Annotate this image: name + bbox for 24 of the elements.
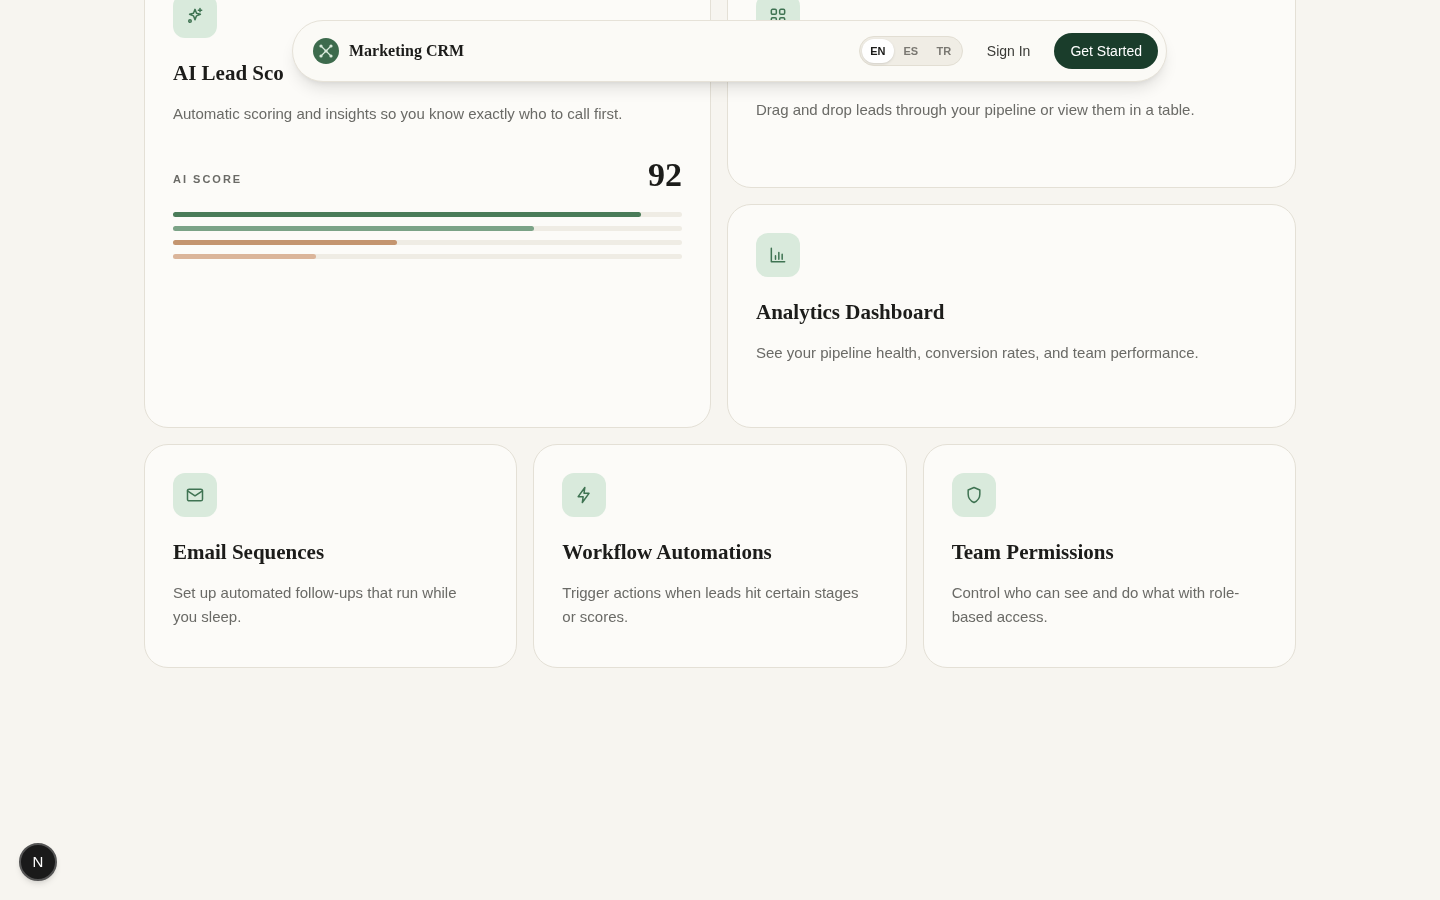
score-value: 92 [648,157,682,192]
card-title: Email Sequences [173,539,326,566]
card-description: Trigger actions when leads hit certain stages or scores. [562,582,860,627]
score-label: AI SCORE [173,172,243,187]
card-title: Workflow Automations [562,539,773,566]
language-tab[interactable]: ES [894,39,927,63]
card-title: AI Lead Sco [173,60,285,87]
sparkle-icon [185,6,205,26]
sign-in-link[interactable]: Sign In [986,40,1031,62]
brand-name: Marketing CRM [349,41,465,62]
dev-tools-button[interactable]: N [19,843,57,881]
card-description: Drag and drop leads through your pipeline or view them in a table. [756,100,1196,120]
language-tab[interactable]: TR [927,39,960,63]
card-description: Set up automated follow-ups that run while you sleep. [173,582,458,627]
logo-icon [313,38,339,64]
bar-chart-icon [768,245,788,265]
language-tab[interactable]: EN [861,39,894,63]
card-title: Team Permissions [951,539,1115,566]
card-description: Automatic scoring and insights so you know exactly who to call first. [173,103,624,124]
card-description: See your pipeline health, conversion rates, and team performance. [756,342,1200,363]
card-title: Analytics Dashboard [756,299,946,326]
mail-icon [185,485,205,505]
get-started-button[interactable]: Get Started [1054,33,1158,69]
card-description: Control who can see and do what with role-based access. [951,582,1241,627]
